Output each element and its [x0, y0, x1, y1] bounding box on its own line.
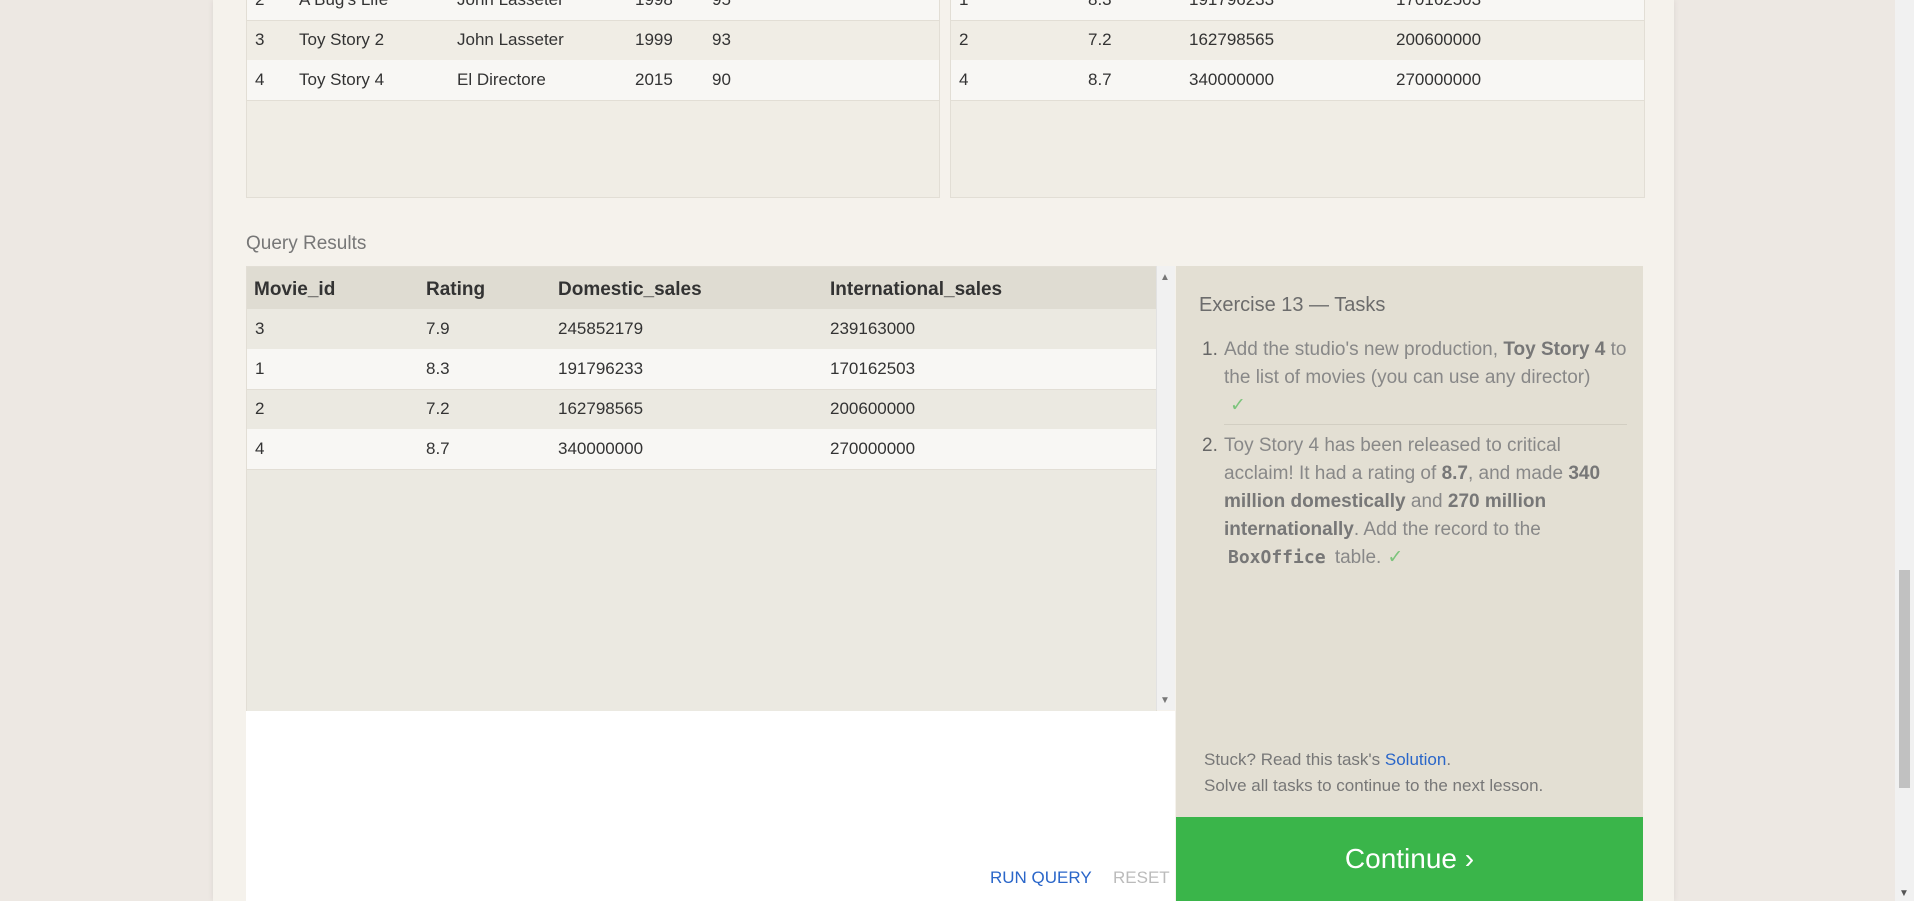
task-text: Add the studio's new production, — [1224, 339, 1504, 360]
scrollbar-thumb[interactable] — [1899, 570, 1910, 788]
cell: 2 — [255, 399, 265, 418]
column-header: Domestic_sales — [558, 279, 702, 300]
cell: John Lasseter — [457, 0, 564, 10]
cell: El Directore — [457, 70, 546, 89]
stuck-text: . — [1446, 750, 1452, 769]
cell: 2015 — [635, 70, 673, 89]
scroll-down-icon[interactable]: ▼ — [1160, 695, 1170, 706]
cell: 8.3 — [1088, 0, 1112, 10]
table-row: 1 8.3 191796233 170162503 — [951, 0, 1644, 21]
cell: 4 — [959, 70, 969, 89]
results-header-row: Movie_id Rating Domestic_sales Internati… — [247, 267, 1156, 309]
task-1-text: Add the studio's new production, Toy Sto… — [1224, 336, 1627, 420]
stuck-text: Stuck? Read this task's — [1204, 750, 1385, 769]
scroll-up-icon[interactable]: ▲ — [1160, 272, 1170, 283]
table-row: 2 7.2 162798565 200600000 — [247, 389, 1156, 430]
solution-link[interactable]: Solution — [1385, 750, 1446, 769]
cell: 7.2 — [426, 399, 450, 418]
cell: 7.9 — [426, 319, 450, 338]
table-row: 4 8.7 340000000 270000000 — [247, 429, 1156, 470]
task-emphasis: 8.7 — [1441, 463, 1468, 484]
task-text: . Add the record to the — [1353, 519, 1541, 540]
task-divider — [1224, 424, 1627, 425]
window-scrollbar[interactable]: ▼ — [1895, 0, 1914, 901]
cell: 162798565 — [558, 399, 644, 418]
cell: 191796233 — [1189, 0, 1274, 10]
table-row: 2 A Bug's Life John Lasseter 1998 95 — [247, 0, 939, 21]
cell: 93 — [712, 30, 731, 49]
table-row: 3 Toy Story 2 John Lasseter 1999 93 — [247, 20, 939, 61]
table-row: 4 8.7 340000000 270000000 — [951, 60, 1644, 101]
solve-all-text: Solve all tasks to continue to the next … — [1204, 776, 1544, 795]
cell: 1998 — [635, 0, 673, 10]
cell: 1 — [255, 359, 265, 378]
task-number: 1. — [1202, 339, 1218, 360]
column-header: Movie_id — [254, 279, 336, 300]
reset-button[interactable]: RESET — [1113, 868, 1170, 888]
cell: 245852179 — [558, 319, 644, 338]
run-query-button[interactable]: RUN QUERY — [990, 868, 1092, 888]
cell: 340000000 — [558, 439, 644, 458]
task-text: table. — [1329, 547, 1382, 568]
cell: 4 — [255, 70, 265, 89]
table-name-code: BoxOffice — [1228, 547, 1326, 568]
cell: Toy Story 2 — [299, 30, 385, 49]
cell: 162798565 — [1189, 30, 1275, 49]
table-row: 3 7.9 245852179 239163000 — [247, 309, 1156, 350]
check-icon: ✓ — [1387, 547, 1404, 568]
task-text: , and made — [1467, 463, 1569, 484]
stuck-hint: Stuck? Read this task's Solution. Solve … — [1204, 747, 1543, 799]
cell: 8.3 — [426, 359, 450, 378]
task-2-text: Toy Story 4 has been released to critica… — [1224, 432, 1627, 572]
cell: 1999 — [635, 30, 673, 49]
cell: 200600000 — [1396, 30, 1482, 49]
table-row: 4 Toy Story 4 El Directore 2015 90 — [247, 60, 939, 101]
cell: 270000000 — [1396, 70, 1482, 89]
cell: A Bug's Life — [299, 0, 388, 10]
column-header: Rating — [426, 279, 486, 300]
cell: 170162503 — [1396, 0, 1481, 10]
results-scrollbar[interactable]: ▲ ▼ — [1156, 266, 1175, 710]
cell: 3 — [255, 30, 265, 49]
movies-table: 2 A Bug's Life John Lasseter 1998 95 3 T… — [246, 0, 940, 198]
check-icon: ✓ — [1230, 395, 1246, 416]
cell: 2 — [959, 30, 969, 49]
task-emphasis: Toy Story 4 — [1503, 339, 1606, 360]
cell: 8.7 — [1088, 70, 1112, 89]
table-row: 2 7.2 162798565 200600000 — [951, 20, 1644, 61]
cell: 90 — [712, 70, 731, 89]
table-row: 1 8.3 191796233 170162503 — [247, 349, 1156, 390]
cell: 200600000 — [830, 399, 916, 418]
cell: 270000000 — [830, 439, 916, 458]
cell: 170162503 — [830, 359, 916, 378]
tasks-panel: Exercise 13 — Tasks 1. Add the studio's … — [1176, 266, 1643, 817]
cell: 8.7 — [426, 439, 450, 458]
scroll-down-icon[interactable]: ▼ — [1899, 888, 1909, 899]
task-number: 2. — [1202, 435, 1218, 456]
cell: 3 — [255, 319, 265, 338]
cell: 2 — [255, 0, 264, 10]
cell: 95 — [712, 0, 731, 10]
cell: 7.2 — [1088, 30, 1112, 49]
cell: 340000000 — [1189, 70, 1275, 89]
continue-button[interactable]: Continue › — [1176, 817, 1643, 901]
cell: 239163000 — [830, 319, 916, 338]
boxoffice-table: 1 8.3 191796233 170162503 2 7.2 16279856… — [950, 0, 1645, 198]
cell: Toy Story 4 — [299, 70, 385, 89]
cell: 4 — [255, 439, 265, 458]
cell: 1 — [959, 0, 968, 10]
tasks-title: Exercise 13 — Tasks — [1199, 294, 1386, 316]
task-text: and — [1405, 491, 1448, 512]
cell: 191796233 — [558, 359, 644, 378]
query-results-label: Query Results — [246, 233, 367, 254]
query-results-table[interactable]: Movie_id Rating Domestic_sales Internati… — [246, 266, 1157, 712]
column-header: International_sales — [830, 279, 1003, 300]
cell: John Lasseter — [457, 30, 564, 49]
